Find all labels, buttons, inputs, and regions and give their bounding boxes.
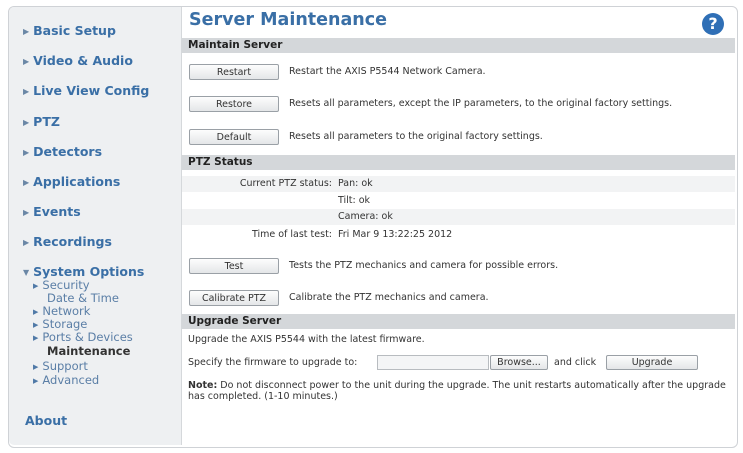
chevron-right-icon: ▶: [33, 308, 39, 316]
restore-button[interactable]: Restore: [189, 96, 279, 112]
sidebar: ▶ Basic Setup ▶ Video & Audio ▶ Live View C…: [9, 7, 182, 445]
upgrade-button[interactable]: Upgrade: [606, 355, 698, 370]
restart-button[interactable]: Restart: [189, 64, 279, 80]
sidebar-item-about[interactable]: About: [25, 413, 67, 428]
tilt-status: Tilt: ok: [338, 195, 371, 206]
upgrade-note: Note: Do not disconnect power to the uni…: [188, 380, 728, 402]
sidebar-item-detectors[interactable]: ▶ Detectors: [23, 144, 102, 159]
chevron-right-icon: ▶: [33, 321, 39, 329]
pan-status: Pan: ok: [338, 178, 373, 189]
chevron-right-icon: ▶: [33, 363, 39, 371]
test-button[interactable]: Test: [189, 258, 279, 274]
note-text: Do not disconnect power to the unit duri…: [188, 380, 726, 402]
restore-description: Resets all parameters, except the IP par…: [289, 98, 673, 109]
sidebar-item-basic-setup[interactable]: ▶ Basic Setup: [23, 23, 116, 38]
note-label: Note:: [188, 380, 218, 391]
time-of-last-test-value: Fri Mar 9 13:22:25 2012: [338, 229, 453, 240]
page-title: Server Maintenance: [189, 10, 387, 30]
browse-button[interactable]: Browse...: [490, 355, 548, 370]
firmware-file-input[interactable]: [377, 355, 489, 370]
chevron-right-icon: ▶: [33, 334, 39, 342]
sidebar-item-ptz[interactable]: ▶ PTZ: [23, 114, 60, 129]
section-header-upgrade-server: Upgrade Server: [182, 314, 735, 329]
restart-description: Restart the AXIS P5544 Network Camera.: [289, 66, 486, 77]
chevron-right-icon: ▶: [23, 208, 30, 217]
default-description: Resets all parameters to the original fa…: [289, 131, 543, 142]
chevron-right-icon: ▶: [33, 377, 39, 385]
chevron-right-icon: ▶: [33, 282, 39, 290]
chevron-right-icon: ▶: [23, 118, 30, 127]
test-description: Tests the PTZ mechanics and camera for p…: [289, 260, 559, 271]
sidebar-item-recordings[interactable]: ▶ Recordings: [23, 234, 112, 249]
upgrade-description: Upgrade the AXIS P5544 with the latest f…: [188, 334, 425, 345]
default-button[interactable]: Default: [189, 129, 279, 145]
sidebar-item-live-view-config[interactable]: ▶ Live View Config: [23, 83, 149, 98]
chevron-right-icon: ▶: [23, 238, 30, 247]
sidebar-subitem-maintenance[interactable]: Maintenance: [47, 345, 130, 358]
specify-firmware-label: Specify the firmware to upgrade to:: [188, 357, 358, 368]
sidebar-item-system-options[interactable]: ▼ System Options: [23, 264, 144, 279]
chevron-down-icon: ▼: [23, 268, 30, 277]
current-ptz-status-label: Current PTZ status:: [239, 178, 332, 189]
calibrate-ptz-button[interactable]: Calibrate PTZ: [189, 290, 279, 306]
chevron-right-icon: ▶: [23, 87, 30, 96]
main-content: Server Maintenance ? Maintain Server Res…: [182, 7, 735, 445]
chevron-right-icon: ▶: [23, 178, 30, 187]
sidebar-item-video-audio[interactable]: ▶ Video & Audio: [23, 53, 133, 68]
calibrate-description: Calibrate the PTZ mechanics and camera.: [289, 292, 489, 303]
ptz-row-shade: [182, 209, 735, 225]
section-header-maintain-server: Maintain Server: [182, 38, 735, 53]
and-click-label: and click: [554, 357, 597, 368]
sidebar-item-applications[interactable]: ▶ Applications: [23, 174, 120, 189]
time-of-last-test-label: Time of last test:: [251, 229, 332, 240]
chevron-right-icon: ▶: [23, 148, 30, 157]
chevron-right-icon: ▶: [23, 57, 30, 66]
help-icon[interactable]: ?: [702, 13, 724, 35]
section-header-ptz-status: PTZ Status: [182, 155, 735, 170]
chevron-right-icon: ▶: [23, 27, 30, 36]
sidebar-subitem-advanced[interactable]: ▶ Advanced: [33, 374, 99, 389]
sidebar-item-events[interactable]: ▶ Events: [23, 204, 81, 219]
camera-status: Camera: ok: [338, 211, 393, 222]
